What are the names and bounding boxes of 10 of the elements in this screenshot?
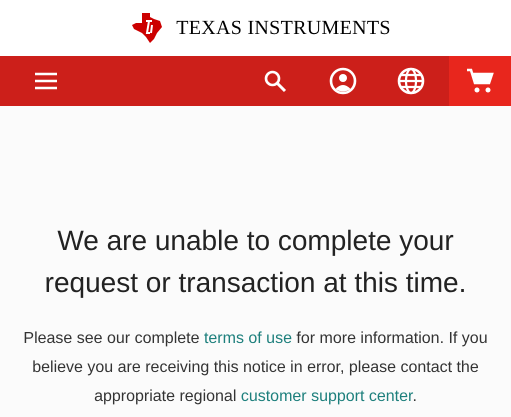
globe-icon — [397, 67, 425, 95]
cart-button[interactable] — [449, 56, 511, 106]
menu-icon — [34, 72, 58, 90]
account-icon — [329, 67, 357, 95]
text-link[interactable]: customer support center — [240, 388, 412, 405]
text-link[interactable]: terms of use — [204, 330, 292, 347]
cart-icon — [466, 68, 494, 94]
notice-text: Please see our complete terms of use for more information. If you believe you are receiving this notice in error, please contact the appropriate regional customer support center. — [22, 329, 489, 407]
error-heading: We are unable to complete your request or transaction at this time. — [44, 224, 468, 300]
search-icon — [263, 69, 287, 93]
